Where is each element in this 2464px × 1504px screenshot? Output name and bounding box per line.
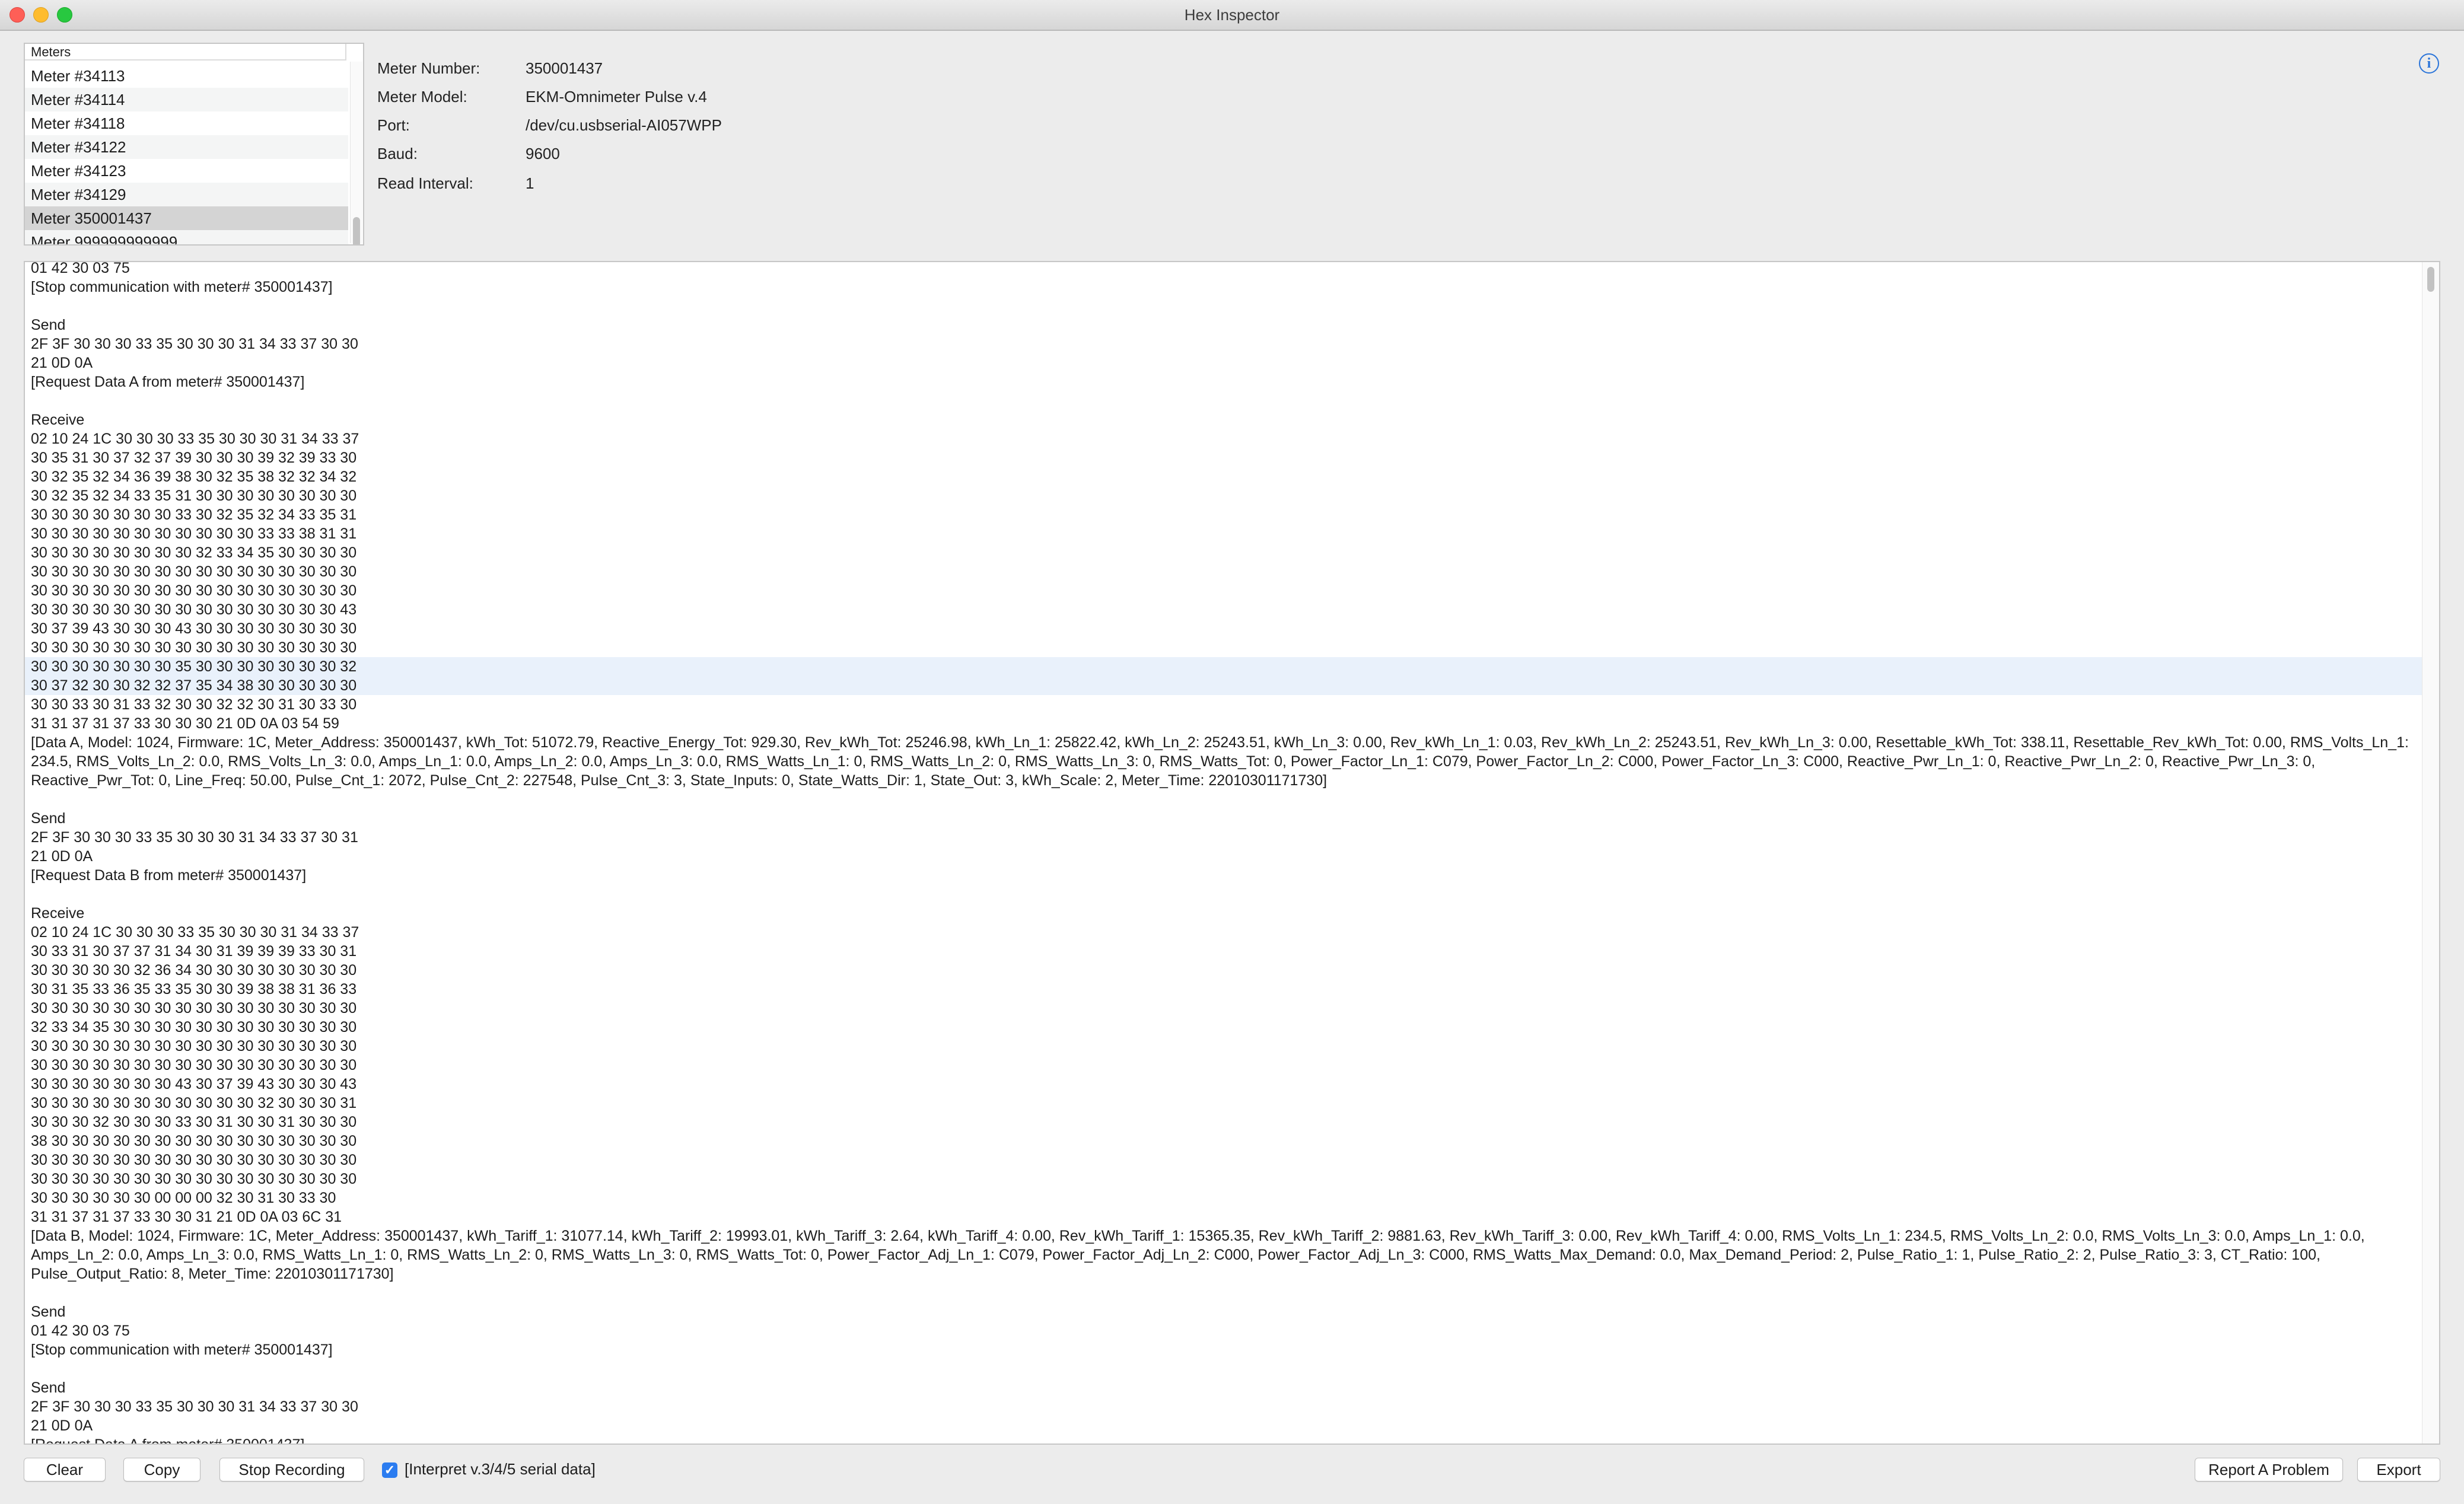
meter-number-label: Meter Number: (377, 59, 480, 77)
log-line: 30 30 30 30 30 30 30 30 30 30 30 30 30 3… (31, 1171, 357, 1187)
log-line: [Stop communication with meter# 35000143… (31, 279, 333, 295)
meter-list-item[interactable]: Meter #34114 (25, 88, 348, 111)
log-line: 30 30 30 30 30 30 30 43 30 37 39 43 30 3… (31, 1076, 357, 1092)
log-line: 30 32 35 32 34 33 35 31 30 30 30 30 30 3… (31, 487, 357, 504)
log-line: Send (31, 810, 66, 827)
log-line: Receive (31, 412, 85, 428)
log-line: 21 0D 0A (31, 355, 93, 371)
window-title: Hex Inspector (1184, 6, 1280, 24)
log-line: [Request Data A from meter# 350001437] (31, 1436, 305, 1445)
meter-model-label: Meter Model: (377, 88, 467, 106)
log-line: 30 30 30 30 30 30 30 30 30 30 30 32 30 3… (31, 1095, 357, 1111)
log-line: 30 30 30 30 30 30 30 30 30 30 30 30 30 3… (31, 582, 357, 599)
interpret-checkbox-label[interactable]: [Interpret v.3/4/5 serial data] (405, 1460, 596, 1478)
interpret-checkbox[interactable]: ✓ (382, 1462, 397, 1478)
meter-number-value: 350001437 (526, 59, 603, 77)
log-line: 30 30 30 30 30 30 30 30 30 30 30 30 30 3… (31, 1038, 357, 1054)
log-line: 30 37 39 43 30 30 30 43 30 30 30 30 30 3… (31, 620, 357, 637)
log-line: 30 37 32 30 30 32 32 37 35 34 38 30 30 3… (25, 676, 2427, 695)
log-line: 30 30 30 30 30 30 30 30 32 33 34 35 30 3… (31, 544, 357, 561)
log-line: Receive (31, 905, 85, 922)
baud-value: 9600 (526, 145, 560, 162)
title-bar: Hex Inspector (0, 0, 2464, 31)
log-line: 38 30 30 30 30 30 30 30 30 30 30 30 30 3… (31, 1133, 357, 1149)
log-line: 30 35 31 30 37 32 37 39 30 30 30 39 32 3… (31, 450, 357, 466)
log-line: 21 0D 0A (31, 848, 93, 865)
meters-list-panel[interactable]: Meters Meter #34113 Meter #34114 Meter #34… (24, 43, 364, 246)
log-line: 31 31 37 31 37 33 30 30 30 21 0D 0A 03 5… (31, 715, 339, 732)
log-line: 30 30 30 30 30 30 30 30 30 30 30 33 33 3… (31, 525, 357, 542)
log-line: 21 0D 0A (31, 1417, 93, 1434)
meter-model-value: EKM-Omnimeter Pulse v.4 (526, 88, 707, 106)
log-line: 30 30 30 30 30 30 30 30 30 30 30 30 30 3… (31, 1152, 357, 1168)
copy-button[interactable]: Copy (123, 1458, 200, 1481)
serial-log-content: 01 42 30 03 75 [Stop communication with m… (25, 261, 2427, 1445)
log-line: 30 30 30 30 30 32 36 34 30 30 30 30 30 3… (31, 962, 357, 979)
log-line: 30 30 30 30 30 30 30 35 30 30 30 30 30 3… (25, 657, 2427, 676)
log-scroll-thumb[interactable] (2427, 267, 2434, 292)
serial-log-textarea[interactable]: 01 42 30 03 75 [Stop communication with m… (24, 261, 2440, 1445)
log-line: 30 30 30 30 30 30 30 30 30 30 30 30 30 3… (31, 1000, 357, 1017)
clear-button[interactable]: Clear (24, 1458, 106, 1481)
meters-scrollbar[interactable] (350, 62, 362, 244)
log-line: 2F 3F 30 30 30 33 35 30 30 30 31 34 33 3… (31, 829, 358, 846)
log-line: 30 31 35 33 36 35 33 35 30 30 39 38 38 3… (31, 981, 357, 998)
report-problem-button[interactable]: Report A Problem (2195, 1458, 2343, 1481)
log-line: 30 32 35 32 34 36 39 38 30 32 35 38 32 3… (31, 469, 357, 485)
log-line: 02 10 24 1C 30 30 30 33 35 30 30 30 31 3… (31, 431, 359, 447)
meter-list-item[interactable]: Meter #34122 (25, 135, 348, 159)
log-line: [Data A, Model: 1024, Firmware: 1C, Mete… (31, 734, 2409, 789)
log-line: [Data B, Model: 1024, Firmware: 1C, Mete… (31, 1228, 2365, 1282)
meters-list: Meter #34113 Meter #34114 Meter #34118 Mete… (25, 64, 348, 244)
meters-column-header[interactable]: Meters (25, 44, 345, 60)
log-line: 2F 3F 30 30 30 33 35 30 30 30 31 34 33 3… (31, 1398, 358, 1415)
log-line: 31 31 37 31 37 33 30 30 31 21 0D 0A 03 6… (31, 1209, 342, 1225)
meters-scroll-thumb[interactable] (353, 217, 360, 244)
log-line: 2F 3F 30 30 30 33 35 30 30 30 31 34 33 3… (31, 336, 358, 352)
meter-list-item[interactable]: Meter 350001437 (25, 206, 348, 230)
baud-label: Baud: (377, 145, 418, 162)
log-line: Send (31, 317, 66, 333)
port-label: Port: (377, 116, 410, 134)
log-line: Send (31, 1379, 66, 1396)
port-value: /dev/cu.usbserial-AI057WPP (526, 116, 722, 134)
meter-list-item[interactable]: Meter #34118 (25, 111, 348, 135)
meter-list-item[interactable]: Meter #34129 (25, 183, 348, 206)
meter-list-item[interactable]: Meter #34113 (25, 64, 348, 88)
log-line: 32 33 34 35 30 30 30 30 30 30 30 30 30 3… (31, 1019, 357, 1035)
log-line: [Request Data B from meter# 350001437] (31, 867, 307, 884)
log-line: 30 30 30 32 30 30 30 33 30 31 30 30 31 3… (31, 1114, 357, 1130)
log-line: 01 42 30 03 75 (31, 1323, 130, 1339)
log-line: 30 30 30 30 30 30 30 30 30 30 30 30 30 3… (31, 601, 357, 618)
log-line: 01 42 30 03 75 (31, 261, 130, 276)
log-line: 30 30 33 30 31 33 32 30 30 32 32 30 31 3… (31, 696, 357, 713)
log-line: [Request Data A from meter# 350001437] (31, 374, 305, 390)
log-line: 30 30 30 30 30 30 30 33 30 32 35 32 34 3… (31, 506, 357, 523)
info-icon[interactable]: i (2419, 53, 2439, 74)
read-interval-value: 1 (526, 174, 534, 192)
export-button[interactable]: Export (2357, 1458, 2440, 1481)
log-line: 30 30 30 30 30 30 00 00 00 32 30 31 30 3… (31, 1190, 336, 1206)
log-line: Send (31, 1304, 66, 1320)
log-line: 30 30 30 30 30 30 30 30 30 30 30 30 30 3… (31, 639, 357, 656)
meter-list-item[interactable]: Meter #34123 (25, 159, 348, 183)
log-line: 30 30 30 30 30 30 30 30 30 30 30 30 30 3… (31, 1057, 357, 1073)
stop-recording-button[interactable]: Stop Recording (219, 1458, 364, 1481)
log-line: 02 10 24 1C 30 30 30 33 35 30 30 30 31 3… (31, 924, 359, 941)
log-line: [Stop communication with meter# 35000143… (31, 1342, 333, 1358)
log-line: 30 33 31 30 37 37 31 34 30 31 39 39 39 3… (31, 943, 357, 960)
meter-list-item[interactable]: Meter 999999999999 (25, 230, 348, 244)
log-scrollbar[interactable] (2422, 262, 2439, 1444)
read-interval-label: Read Interval: (377, 174, 473, 192)
log-line: 30 30 30 30 30 30 30 30 30 30 30 30 30 3… (31, 563, 357, 580)
column-separator (345, 44, 346, 60)
